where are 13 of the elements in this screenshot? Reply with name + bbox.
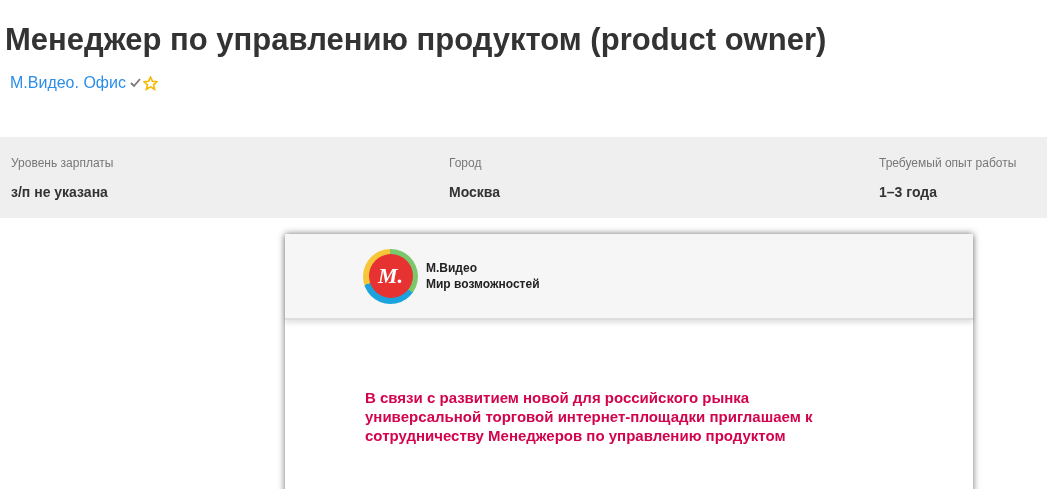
fact-value: з/п не указана xyxy=(11,184,109,200)
fact-value: Москва xyxy=(449,184,502,200)
fact-label: Уровень зарплаты xyxy=(11,156,115,170)
brand-slogan: Мир возможностей xyxy=(426,276,540,292)
company-link[interactable]: М.Видео. Офис xyxy=(10,74,126,92)
job-title: Менеджер по управлению продуктом (product owner) xyxy=(5,21,828,59)
star-icon[interactable] xyxy=(142,75,158,91)
intro-text: В связи с развитием новой для российского рынка универсальной торговой интернет-площадки приглашаем к сотрудничеству Менеджеров по управлению продуктом xyxy=(365,388,814,445)
fact-value: 1–3 года xyxy=(879,184,938,200)
fact-label: Город xyxy=(449,156,483,170)
logo-icon: М. xyxy=(363,248,418,304)
fact-label: Требуемый опыт работы xyxy=(879,156,1018,170)
brand-name: М.Видео xyxy=(426,260,478,276)
